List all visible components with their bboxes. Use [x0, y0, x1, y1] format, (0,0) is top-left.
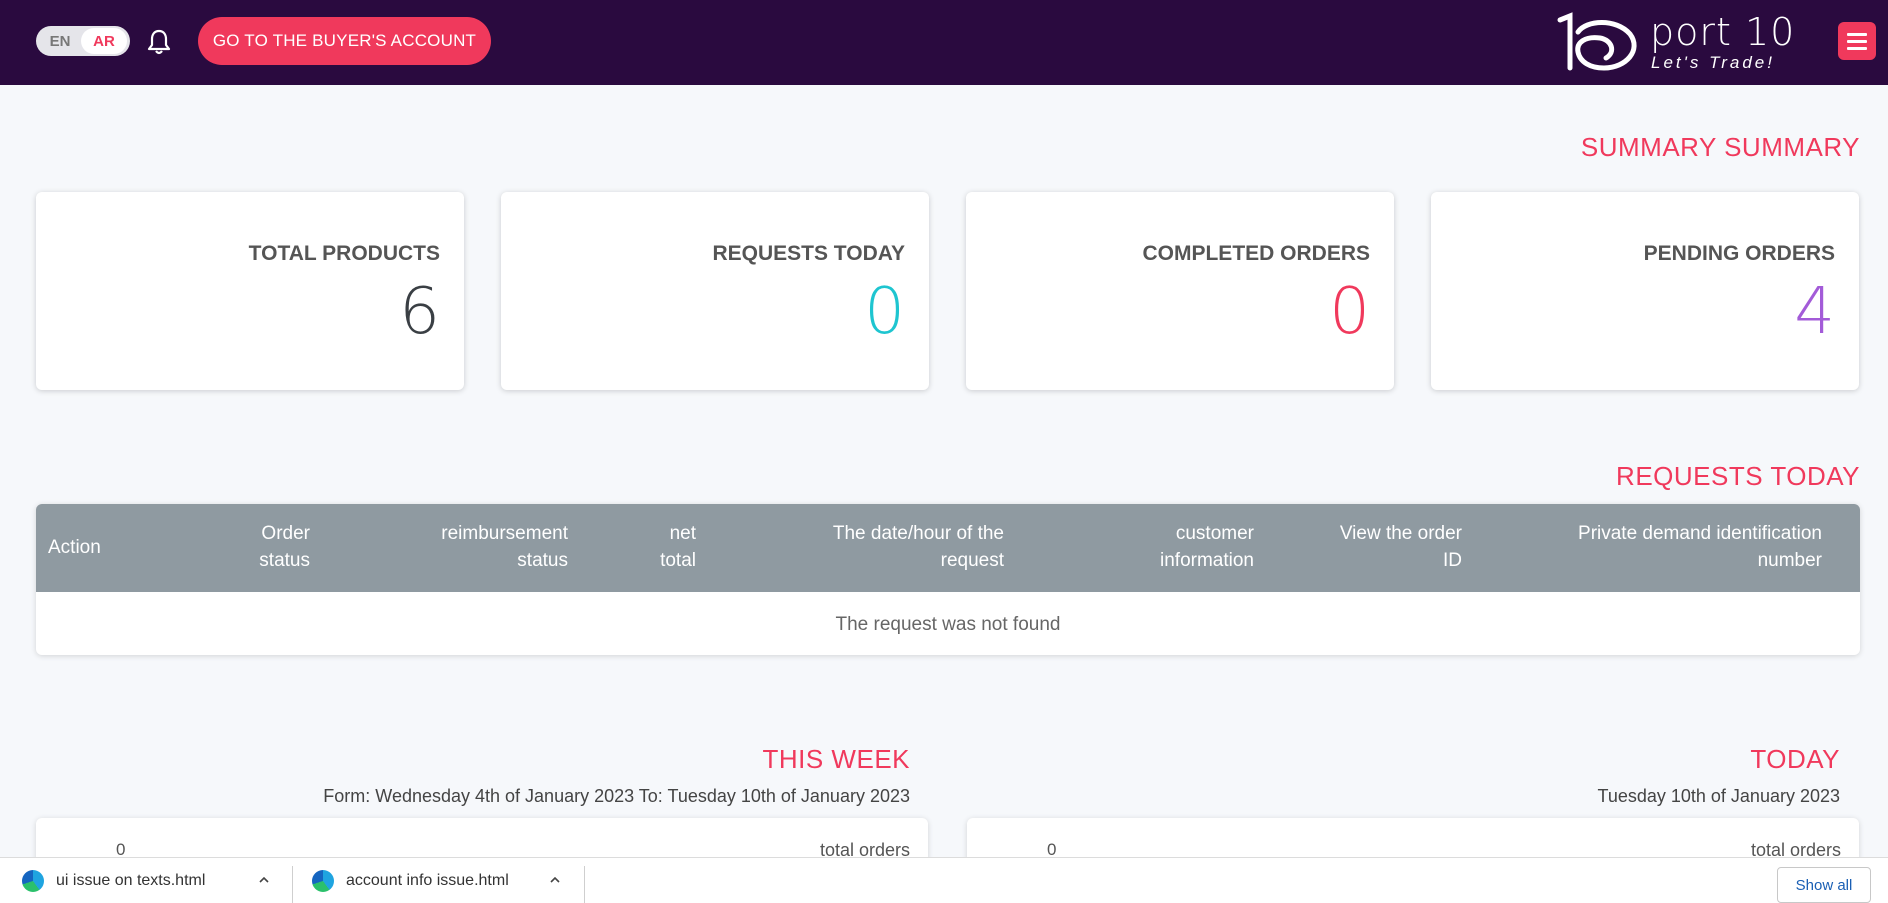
summary-card-pending-orders: PENDING ORDERS 4: [1431, 192, 1859, 390]
download-item[interactable]: account info issue.html: [312, 858, 509, 903]
lang-en-option[interactable]: EN: [39, 33, 81, 50]
buyer-account-button[interactable]: GO TO THE BUYER'S ACCOUNT: [198, 17, 491, 65]
column-header: Action: [48, 537, 101, 558]
summary-card-total-products: TOTAL PRODUCTS 6: [36, 192, 464, 390]
chevron-up-icon[interactable]: [549, 874, 561, 886]
requests-title: REQUESTS TODAY: [1616, 461, 1860, 491]
card-label: TOTAL PRODUCTS: [248, 242, 440, 265]
summary-card-requests-today: REQUESTS TODAY 0: [501, 192, 929, 390]
edge-file-icon: [22, 870, 44, 892]
bell-icon[interactable]: [146, 28, 172, 56]
card-value: 0: [864, 275, 905, 349]
card-label: COMPLETED ORDERS: [1142, 242, 1370, 265]
column-header: net total: [660, 523, 696, 571]
download-filename: ui issue on texts.html: [56, 872, 206, 889]
download-bar: ui issue on texts.html account info issu…: [0, 857, 1888, 903]
logo-tagline: Let's Trade!: [1651, 53, 1775, 72]
today-title: TODAY: [1750, 744, 1840, 774]
column-header: customer information: [1160, 523, 1254, 571]
summary-card-completed-orders: COMPLETED ORDERS 0: [966, 192, 1394, 390]
card-label: REQUESTS TODAY: [712, 242, 905, 265]
summary-title: SUMMARY SUMMARY: [1580, 132, 1860, 162]
language-toggle[interactable]: EN AR: [36, 26, 130, 56]
edge-file-icon: [312, 870, 334, 892]
card-value: 4: [1794, 275, 1835, 349]
this-week-range: Form: Wednesday 4th of January 2023 To: …: [323, 786, 910, 806]
lang-ar-option[interactable]: AR: [81, 28, 127, 54]
hamburger-menu-icon[interactable]: [1838, 22, 1876, 60]
today-date: Tuesday 10th of January 2023: [1597, 786, 1841, 806]
column-header: reimbursement status: [441, 523, 568, 571]
empty-table-message: The request was not found: [835, 614, 1061, 635]
card-label: PENDING ORDERS: [1643, 242, 1835, 265]
divider: [292, 866, 293, 903]
download-filename: account info issue.html: [346, 872, 509, 889]
column-header: View the order ID: [1339, 523, 1462, 571]
column-header: Order status: [259, 523, 310, 571]
column-header: The date/hour of the request: [832, 523, 1004, 571]
this-week-title: THIS WEEK: [762, 744, 910, 774]
column-header: Private demand identification number: [1578, 523, 1822, 571]
divider: [584, 866, 585, 903]
logo-name: port 10: [1650, 10, 1796, 54]
requests-table: Action Order status reimbursement status n…: [36, 504, 1860, 655]
card-value: 0: [1329, 275, 1370, 349]
table-header: Action Order status reimbursement status n…: [36, 504, 1860, 592]
show-all-button[interactable]: Show all: [1777, 867, 1871, 903]
download-item[interactable]: ui issue on texts.html: [22, 858, 205, 903]
top-navbar: EN AR GO TO THE BUYER'S ACCOUNT port 10 …: [0, 0, 1888, 85]
card-value: 6: [399, 275, 440, 349]
chevron-up-icon[interactable]: [258, 874, 270, 886]
